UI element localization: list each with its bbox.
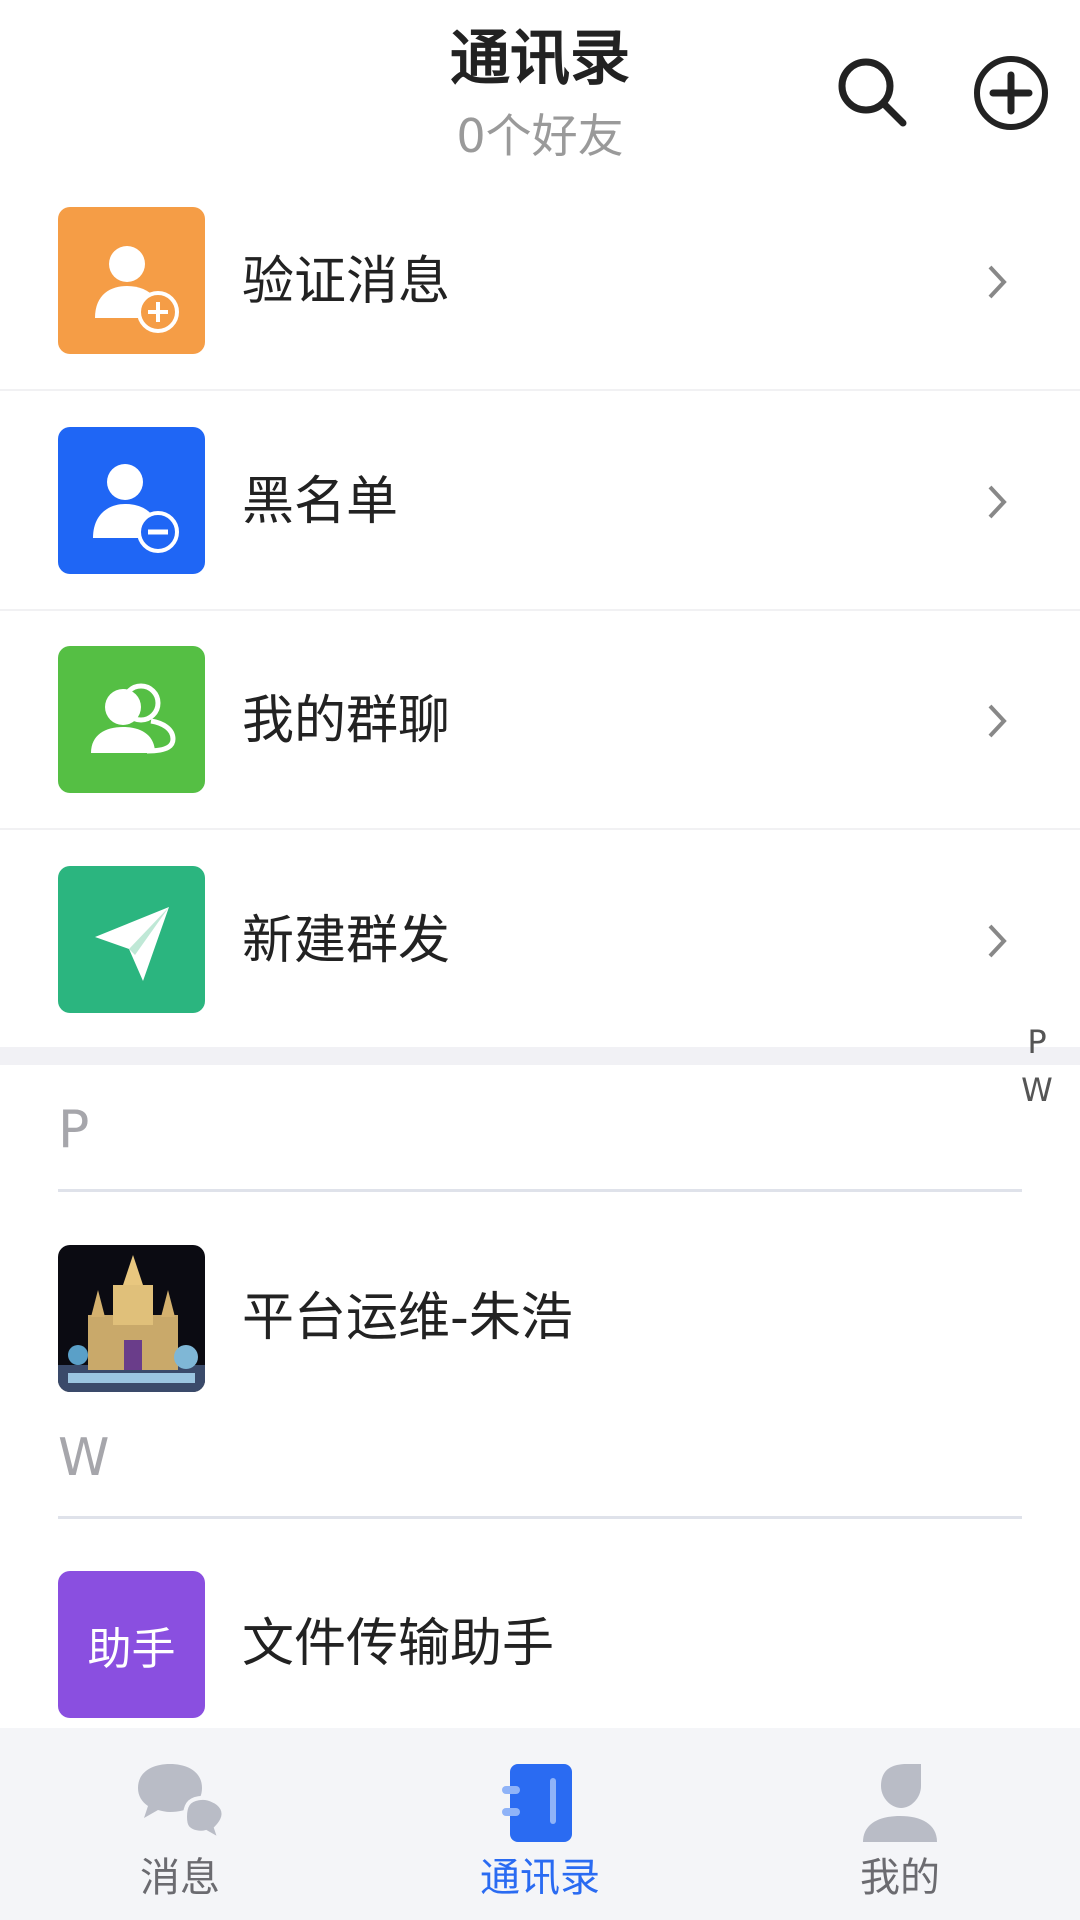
contact-name: 平台运维-朱浩 xyxy=(242,1288,573,1348)
row-label: 新建群发 xyxy=(242,911,451,971)
chat-bubbles-icon xyxy=(120,1753,240,1853)
chevron-right-icon xyxy=(988,924,1007,958)
section-divider xyxy=(58,1189,1022,1192)
tab-contacts[interactable]: 通讯录 xyxy=(420,1728,660,1920)
row-my-groups[interactable]: 我的群聊 xyxy=(0,646,1080,864)
group-icon xyxy=(58,646,205,793)
friend-count: 0个好友 xyxy=(456,109,624,163)
avatar: 助手 xyxy=(58,1571,205,1718)
divider xyxy=(0,609,1080,611)
section-divider xyxy=(58,1516,1022,1519)
contact-item[interactable]: 平台运维-朱浩 xyxy=(0,1245,1080,1392)
search-icon[interactable] xyxy=(828,48,918,138)
row-verify-messages[interactable]: 验证消息 xyxy=(0,207,1080,425)
page-title: 通讯录 xyxy=(450,24,630,94)
profile-icon xyxy=(840,1753,960,1853)
chevron-right-icon xyxy=(988,485,1007,519)
index-letter[interactable]: W xyxy=(1010,1066,1064,1114)
add-circle-icon[interactable] xyxy=(966,48,1056,138)
alphabet-index[interactable]: P W xyxy=(1010,1018,1064,1114)
bottom-tab-bar: 消息 通讯录 我的 xyxy=(0,1728,1080,1920)
contacts-book-icon xyxy=(480,1753,600,1853)
user-block-icon xyxy=(58,427,205,574)
paper-plane-icon xyxy=(58,866,205,1013)
avatar xyxy=(58,1245,205,1392)
chevron-right-icon xyxy=(988,704,1007,738)
index-letter[interactable]: P xyxy=(1010,1018,1064,1066)
row-label: 验证消息 xyxy=(242,252,451,312)
contact-item[interactable]: 助手 文件传输助手 xyxy=(0,1571,1080,1718)
tab-label: 通讯录 xyxy=(480,1855,600,1901)
contact-name: 文件传输助手 xyxy=(242,1614,555,1674)
divider xyxy=(0,828,1080,830)
tab-messages[interactable]: 消息 xyxy=(60,1728,300,1920)
row-blacklist[interactable]: 黑名单 xyxy=(0,427,1080,645)
tab-label: 我的 xyxy=(860,1855,940,1901)
section-header-p: P xyxy=(58,1100,90,1160)
divider xyxy=(0,389,1080,391)
row-label: 黑名单 xyxy=(242,472,399,532)
top-bar: 通讯录 0个好友 xyxy=(0,0,1080,196)
tab-me[interactable]: 我的 xyxy=(780,1728,1020,1920)
row-label: 我的群聊 xyxy=(242,691,451,751)
section-gap xyxy=(0,1047,1080,1065)
tab-label: 消息 xyxy=(140,1855,220,1901)
chevron-right-icon xyxy=(988,265,1007,299)
user-add-icon xyxy=(58,207,205,354)
section-header-w: W xyxy=(58,1428,110,1488)
